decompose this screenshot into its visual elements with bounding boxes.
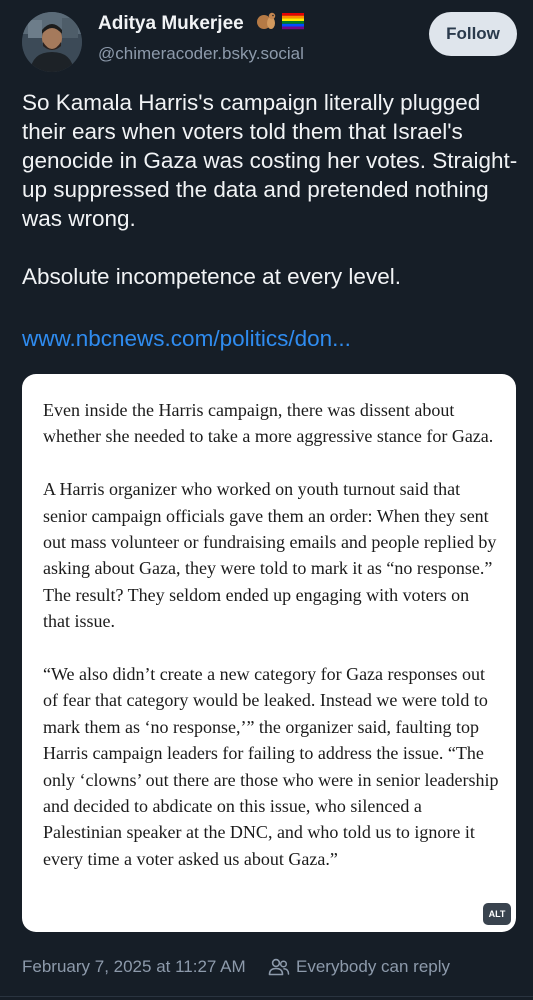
author-display-name[interactable]: Aditya Mukerjee: [98, 11, 307, 37]
excerpt-paragraph: Even inside the Harris campaign, there w…: [43, 400, 494, 447]
reply-setting: Everybody can reply: [268, 957, 450, 977]
post-link[interactable]: www.nbcnews.com/politics/don...: [22, 326, 351, 352]
alt-text-badge[interactable]: ALT: [483, 903, 511, 925]
post-paragraph: So Kamala Harris's campaign literally pl…: [22, 90, 518, 231]
people-icon: [268, 958, 290, 976]
post-footer: February 7, 2025 at 11:27 AM Everybody c…: [22, 957, 522, 981]
reply-setting-label: Everybody can reply: [296, 957, 451, 976]
author-name-text: Aditya Mukerjee: [98, 13, 244, 35]
avatar[interactable]: [22, 12, 82, 72]
post-header: Aditya Mukerjee @chimeracoder.bsky.socia…: [0, 0, 533, 80]
post-paragraph: Absolute incompetence at every level.: [22, 264, 401, 289]
post-timestamp[interactable]: February 7, 2025 at 11:27 AM: [22, 957, 246, 977]
divider: [0, 996, 533, 997]
author-handle[interactable]: @chimeracoder.bsky.social: [98, 44, 304, 64]
embedded-image-card[interactable]: Even inside the Harris campaign, there w…: [22, 374, 516, 932]
rainbow-flag-icon: [282, 13, 305, 30]
excerpt-paragraph: “We also didn’t create a new category fo…: [43, 664, 499, 869]
avatar-image: [22, 12, 82, 72]
squirrel-emoji-icon: [257, 12, 276, 29]
post-body: So Kamala Harris's campaign literally pl…: [22, 88, 518, 291]
excerpt-paragraph: A Harris organizer who worked on youth t…: [43, 479, 497, 632]
author-badges: [255, 11, 307, 37]
follow-button[interactable]: Follow: [429, 12, 517, 56]
embedded-article-excerpt: Even inside the Harris campaign, there w…: [43, 397, 499, 872]
